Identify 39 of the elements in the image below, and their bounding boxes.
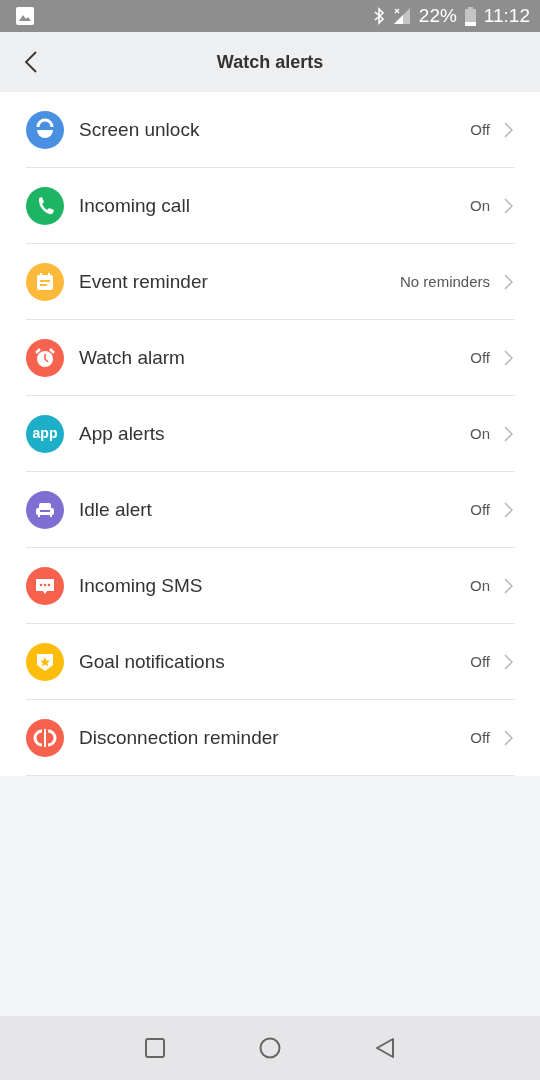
battery-percentage: 22% [418,5,457,27]
setting-label[interactable]: App alerts [79,422,470,445]
setting-label[interactable]: Event reminder [79,270,400,293]
home-icon[interactable] [259,1037,281,1059]
setting-value: On [470,425,490,442]
setting-value: Off [470,121,490,138]
app-icon: app [26,414,64,453]
setting-value: Off [470,729,490,746]
chevron-icon[interactable] [504,425,513,442]
setting-label[interactable]: Incoming call [79,194,470,217]
page-title: Watch alerts [216,51,324,73]
signal-icon [392,7,411,25]
chevron-icon[interactable] [504,653,513,670]
setting-label[interactable]: Watch alarm [79,346,471,369]
back-icon[interactable] [375,1037,395,1059]
bluetooth-icon [372,7,385,25]
setting-label[interactable]: Goal notifications [79,650,471,673]
clock-time: 11:12 [483,5,530,27]
setting-value: No reminders [399,273,490,290]
back-button[interactable] [24,51,38,73]
recent-apps-icon[interactable] [145,1038,165,1058]
chevron-icon[interactable] [504,197,513,214]
setting-label[interactable]: Disconnection reminder [79,726,471,749]
battery-icon [464,6,476,26]
chevron-icon[interactable] [504,577,513,594]
setting-value: On [470,577,490,594]
chevron-icon[interactable] [504,121,513,138]
setting-value: Off [470,653,490,670]
setting-label[interactable]: Screen unlock [79,118,471,141]
setting-value: Off [470,501,490,518]
chevron-icon[interactable] [504,729,513,746]
image-icon [16,7,34,25]
chevron-icon[interactable] [504,273,513,290]
chevron-icon[interactable] [504,349,513,366]
setting-label[interactable]: Incoming SMS [79,574,470,597]
setting-value: On [470,197,490,214]
setting-label[interactable]: Idle alert [79,498,471,521]
chevron-icon[interactable] [504,501,513,518]
setting-value: Off [470,349,490,366]
